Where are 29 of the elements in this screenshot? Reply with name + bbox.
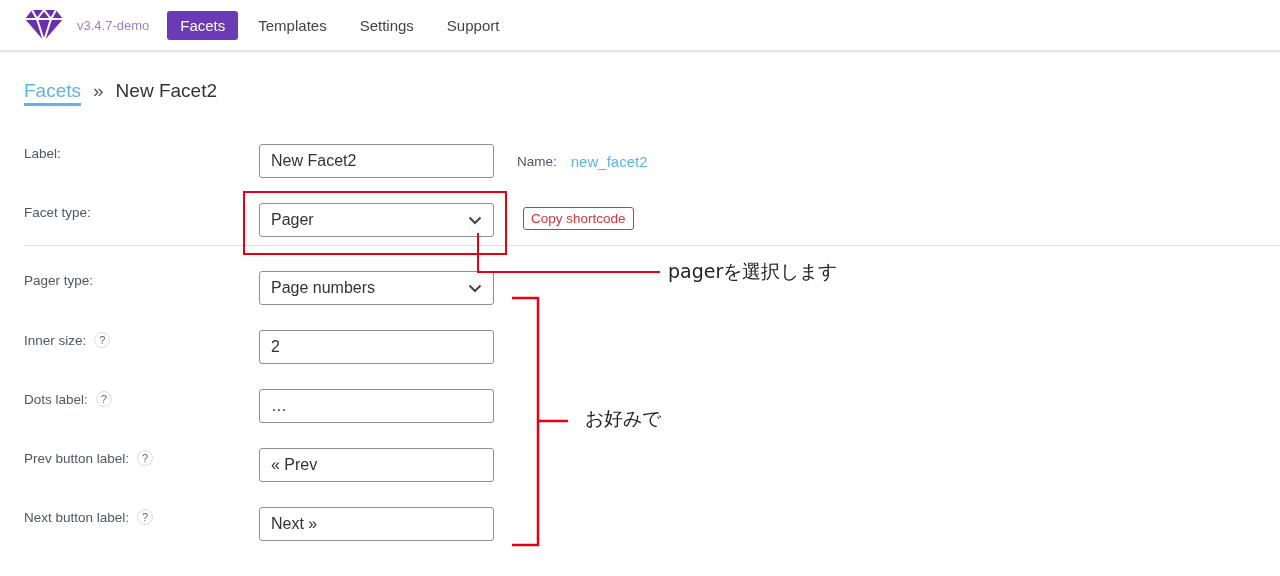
version-label: v3.4.7-demo xyxy=(77,17,150,33)
field-label: Prev button label: xyxy=(24,450,130,466)
nav-tab[interactable]: Facets xyxy=(167,10,239,40)
nav-tab[interactable]: Settings xyxy=(346,10,427,40)
input-field[interactable]: New Facet2 xyxy=(259,144,494,178)
input-field[interactable]: 2 xyxy=(259,330,494,364)
field-label: Label: xyxy=(24,146,61,161)
input-field[interactable]: … xyxy=(259,389,494,423)
select-field[interactable]: Pager xyxy=(259,203,494,237)
annotation-text: お好みで xyxy=(585,406,661,431)
name-value: new_facet2 xyxy=(570,152,648,170)
copy-shortcode-button[interactable]: Copy shortcode xyxy=(523,206,634,230)
annotation-text: pagerを選択します xyxy=(668,259,838,284)
breadcrumb-separator: » xyxy=(93,80,104,102)
diamond-logo-icon xyxy=(24,8,64,42)
chevron-down-icon xyxy=(468,283,482,293)
chevron-down-icon xyxy=(468,215,482,225)
input-field[interactable]: « Prev xyxy=(259,448,494,482)
nav-tab[interactable]: Support xyxy=(433,10,513,40)
input-field[interactable]: Next » xyxy=(259,507,494,541)
field-label: Pager type: xyxy=(24,273,94,288)
select-field[interactable]: Page numbers xyxy=(259,271,494,305)
nav-tab[interactable]: Templates xyxy=(245,10,340,40)
field-label: Facet type: xyxy=(24,205,91,220)
field-label: Inner size: xyxy=(24,332,87,348)
field-label: Next button label: xyxy=(24,509,130,525)
name-label: Name: xyxy=(517,153,557,169)
field-label: Dots label: xyxy=(24,391,88,407)
breadcrumb-current: New Facet2 xyxy=(115,80,217,102)
